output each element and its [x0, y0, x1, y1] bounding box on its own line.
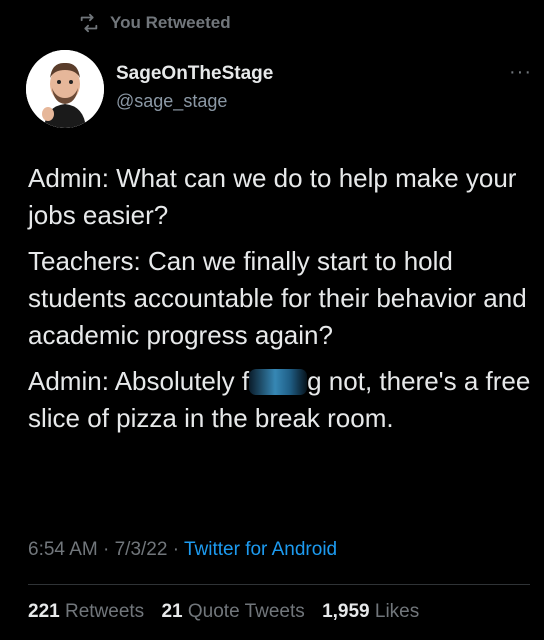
author-info[interactable]: SageOnTheStage @sage_stage: [116, 62, 273, 113]
retweet-notice[interactable]: You Retweeted: [78, 12, 231, 34]
more-icon[interactable]: ···: [509, 62, 532, 82]
author-handle[interactable]: @sage_stage: [116, 89, 273, 113]
tweet-paragraph-teachers: Teachers: Can we finally start to hold s…: [28, 246, 527, 350]
retweet-icon: [80, 13, 98, 33]
meta-separator: ·: [103, 539, 115, 560]
meta-separator: ·: [172, 539, 184, 560]
likes-count: 1,959: [322, 601, 370, 622]
quote-tweets-stat[interactable]: 21 Quote Tweets: [161, 601, 304, 622]
tweet-text-segment: Admin: Absolutely f: [28, 366, 250, 396]
tweet-time[interactable]: 6:54 AM: [28, 539, 98, 560]
tweet-paragraph-admin-question: Admin: What can we do to help make your …: [28, 163, 517, 230]
retweet-notice-label: You Retweeted: [110, 13, 231, 32]
retweets-stat[interactable]: 221 Retweets: [28, 601, 144, 622]
avatar[interactable]: [26, 50, 104, 128]
retweets-label: Retweets: [64, 601, 145, 622]
avatar-image: [26, 50, 104, 128]
likes-stat[interactable]: 1,959 Likes: [322, 601, 419, 622]
author-display-name[interactable]: SageOnTheStage: [116, 62, 273, 86]
tweet-stats: 221 Retweets 21 Quote Tweets 1,959 Likes: [28, 598, 431, 626]
quote-tweets-count: 21: [161, 601, 183, 622]
redaction-mark: [249, 369, 308, 395]
tweet-meta: 6:54 AM · 7/3/22 · Twitter for Android: [28, 536, 337, 564]
tweet-paragraph-admin-answer: Admin: Absolutely fg not, there's a free…: [28, 363, 544, 437]
quote-tweets-label: Quote Tweets: [187, 601, 305, 622]
tweet-text: Admin: What can we do to help make your …: [28, 160, 544, 446]
divider: [28, 584, 530, 585]
retweets-count: 221: [28, 601, 60, 622]
likes-label: Likes: [374, 601, 420, 622]
tweet-source[interactable]: Twitter for Android: [184, 539, 337, 560]
tweet-date[interactable]: 7/3/22: [115, 539, 168, 560]
